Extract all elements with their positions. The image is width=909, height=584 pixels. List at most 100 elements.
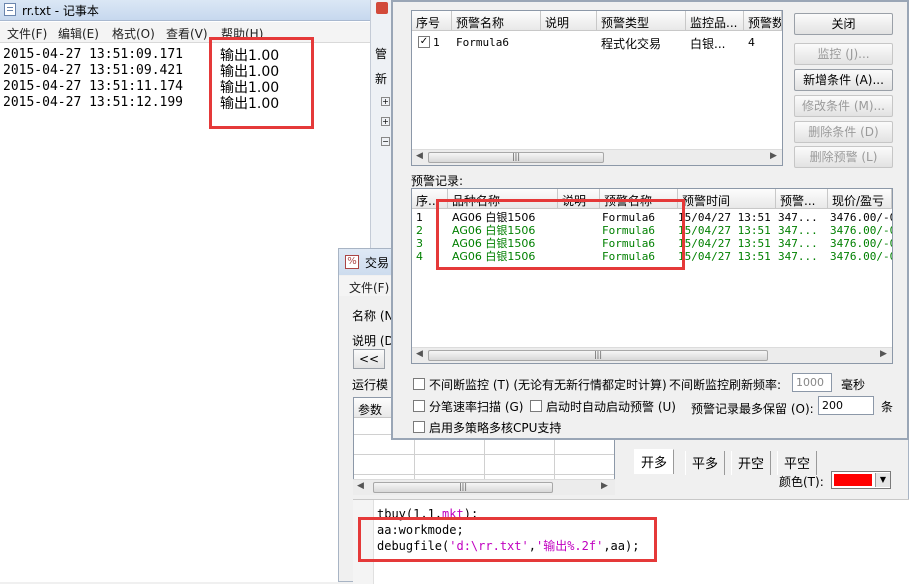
color-picker[interactable]: ▼ xyxy=(831,471,891,489)
col-header-alert-name[interactable]: 预警名称 xyxy=(452,11,541,31)
add-condition-button[interactable]: 新增条件 (A)... xyxy=(794,69,893,91)
record-time: 15/04/27 13:51 xyxy=(678,211,771,224)
alert-list-scrollbar[interactable]: ◀ ||| ▶ xyxy=(412,149,782,165)
edit-condition-button[interactable]: 修改条件 (M)... xyxy=(794,95,893,117)
scroll-left-icon[interactable]: ◀ xyxy=(416,349,423,359)
table-row[interactable]: 4 AG06 白银1506 Formula6 15/04/27 13:51 347...… xyxy=(412,250,892,263)
menu-edit[interactable]: 编辑(E) xyxy=(58,25,99,42)
record-price: 3476.00/-0 xyxy=(830,237,892,250)
notepad-titlebar[interactable]: rr.txt - 记事本 xyxy=(0,0,370,21)
table-row[interactable]: 3 AG06 白银1506 Formula6 15/04/27 13:51 347...… xyxy=(412,237,892,250)
tab-open-short[interactable]: 开空 xyxy=(731,451,772,475)
refresh-rate-input[interactable]: 1000 xyxy=(792,373,832,392)
table-row[interactable]: ✓ 1 Formula6 程式化交易 白银... 4 xyxy=(412,33,782,51)
notepad-title: rr.txt - 记事本 xyxy=(22,4,99,18)
menu-format[interactable]: 格式(O) xyxy=(112,25,155,42)
scroll-thumb[interactable]: ||| xyxy=(428,350,768,361)
continuous-monitor-label: 不间断监控 (T) (无论有无新行情都定时计算) xyxy=(429,378,667,392)
menu-help[interactable]: 帮助(H) xyxy=(221,25,263,42)
code-token: ,aa); xyxy=(603,539,640,553)
code-line: debugfile('d:\rr.txt','输出%.2f',aa); xyxy=(377,538,639,554)
table-row[interactable]: 2 AG06 白银1506 Formula6 15/04/27 13:51 347...… xyxy=(412,224,892,237)
tab-close-short[interactable]: 平空 xyxy=(777,451,818,475)
code-token: ); xyxy=(463,507,479,521)
tree-expand-icon[interactable]: + xyxy=(381,97,390,106)
col-header-alert-time[interactable]: 预警时间 xyxy=(678,189,776,209)
scroll-right-icon[interactable]: ▶ xyxy=(601,481,608,491)
menu-file[interactable]: 文件(F) xyxy=(349,279,389,296)
refresh-rate-unit: 毫秒 xyxy=(841,378,866,392)
col-header-desc[interactable]: 说明 xyxy=(558,189,600,209)
col-header-alert-name[interactable]: 预警名称 xyxy=(600,189,678,209)
col-header-alert-value[interactable]: 预警... xyxy=(776,189,828,209)
record-alert-name: Formula6 xyxy=(602,250,655,263)
record-product: AG06 白银1506 xyxy=(452,211,536,224)
col-header-count[interactable]: 预警数 xyxy=(744,11,782,31)
record-alert-name: Formula6 xyxy=(602,211,655,224)
monitor-button[interactable]: 监控 (J)... xyxy=(794,43,893,65)
tree-collapse-icon[interactable]: − xyxy=(381,137,390,146)
continuous-monitor-checkbox[interactable] xyxy=(413,378,425,390)
col-header-no[interactable]: 序... xyxy=(412,189,448,209)
stub-tab-manage[interactable]: 管 xyxy=(375,45,387,62)
records-scrollbar[interactable]: ◀ ||| ▶ xyxy=(412,347,892,363)
scroll-right-icon[interactable]: ▶ xyxy=(770,151,777,161)
record-no: 4 xyxy=(416,250,423,263)
col-header-alert-type[interactable]: 预警类型 xyxy=(597,11,686,31)
record-price: 3476.00/-0 xyxy=(830,250,892,263)
col-header-no[interactable]: 序号 xyxy=(412,11,452,31)
menu-file[interactable]: 文件(F) xyxy=(7,25,47,42)
code-token: , xyxy=(528,539,536,553)
scroll-thumb[interactable]: ||| xyxy=(373,482,553,493)
scroll-left-icon[interactable]: ◀ xyxy=(357,481,364,491)
code-line: aa:workmode; xyxy=(377,522,639,538)
record-value: 347... xyxy=(778,211,818,224)
alert-list-table[interactable]: 序号 预警名称 说明 预警类型 监控品... 预警数 ✓ 1 Formula6 … xyxy=(411,10,783,166)
alert-records-table[interactable]: 序... 品种名称 说明 预警名称 预警时间 预警... 现价/盈亏 1 AG06… xyxy=(411,188,893,364)
multi-core-checkbox[interactable] xyxy=(413,421,425,433)
tick-scan-checkbox[interactable] xyxy=(413,400,425,412)
scroll-thumb[interactable]: ||| xyxy=(428,152,604,163)
scroll-left-icon[interactable]: ◀ xyxy=(416,151,423,161)
record-alert-name: Formula6 xyxy=(602,237,655,250)
param-header: 参数 xyxy=(354,398,394,418)
col-header-product[interactable]: 监控品... xyxy=(686,11,744,31)
max-records-input[interactable]: 200 xyxy=(818,396,874,415)
notepad-icon xyxy=(4,3,16,16)
log-time-2: 2015-04-27 13:51:09.421 xyxy=(3,63,184,78)
chevron-down-icon[interactable]: ▼ xyxy=(875,473,890,487)
formula-editor-title: 交易 xyxy=(365,256,390,270)
col-header-price-pnl[interactable]: 现价/盈亏 xyxy=(828,189,892,209)
scroll-right-icon[interactable]: ▶ xyxy=(880,349,887,359)
tree-expand-icon[interactable]: + xyxy=(381,117,390,126)
col-header-product[interactable]: 品种名称 xyxy=(448,189,558,209)
max-records-unit: 条 xyxy=(881,400,894,414)
auto-start-label: 启动时自动启动预警 (U) xyxy=(546,400,676,414)
stub-tab-new[interactable]: 新 xyxy=(375,70,387,87)
code-token: mkt xyxy=(442,507,464,521)
delete-condition-button[interactable]: 删除条件 (D) xyxy=(794,121,893,143)
code-editor[interactable]: tbuy(1,1,mkt); aa:workmode; debugfile('d:\… xyxy=(353,499,909,584)
tab-close-long[interactable]: 平多 xyxy=(685,451,726,475)
collapse-button[interactable]: << xyxy=(353,349,385,369)
stub-close-icon[interactable] xyxy=(376,2,388,14)
notepad-menubar: 文件(F) 编辑(E) 格式(O) 查看(V) 帮助(H) xyxy=(0,22,370,43)
menu-view[interactable]: 查看(V) xyxy=(166,25,208,42)
auto-start-checkbox[interactable] xyxy=(530,400,542,412)
table-row[interactable]: 1 AG06 白银1506 Formula6 15/04/27 13:51 347...… xyxy=(412,211,892,224)
code-token: '输出%.2f' xyxy=(535,539,604,553)
col-header-desc[interactable]: 说明 xyxy=(541,11,597,31)
record-no: 1 xyxy=(416,211,423,224)
close-button[interactable]: 关闭 xyxy=(794,13,893,35)
alert-type: 程式化交易 xyxy=(601,37,662,51)
color-swatch xyxy=(834,474,872,486)
delete-alert-button[interactable]: 删除预警 (L) xyxy=(794,146,893,168)
tab-open-long[interactable]: 开多 xyxy=(634,449,675,474)
alert-enable-checkbox[interactable]: ✓ xyxy=(418,36,430,48)
record-value: 347... xyxy=(778,224,818,237)
notepad-text-area[interactable]: 2015-04-27 13:51:09.171 输出1.00 2015-04-2… xyxy=(0,44,368,582)
parameter-scrollbar[interactable]: ◀ ||| ▶ xyxy=(353,479,615,495)
log-time-1: 2015-04-27 13:51:09.171 xyxy=(3,47,184,62)
code-line: tbuy(1,1,mkt); xyxy=(377,506,639,522)
log-time-3: 2015-04-27 13:51:11.174 xyxy=(3,79,184,94)
